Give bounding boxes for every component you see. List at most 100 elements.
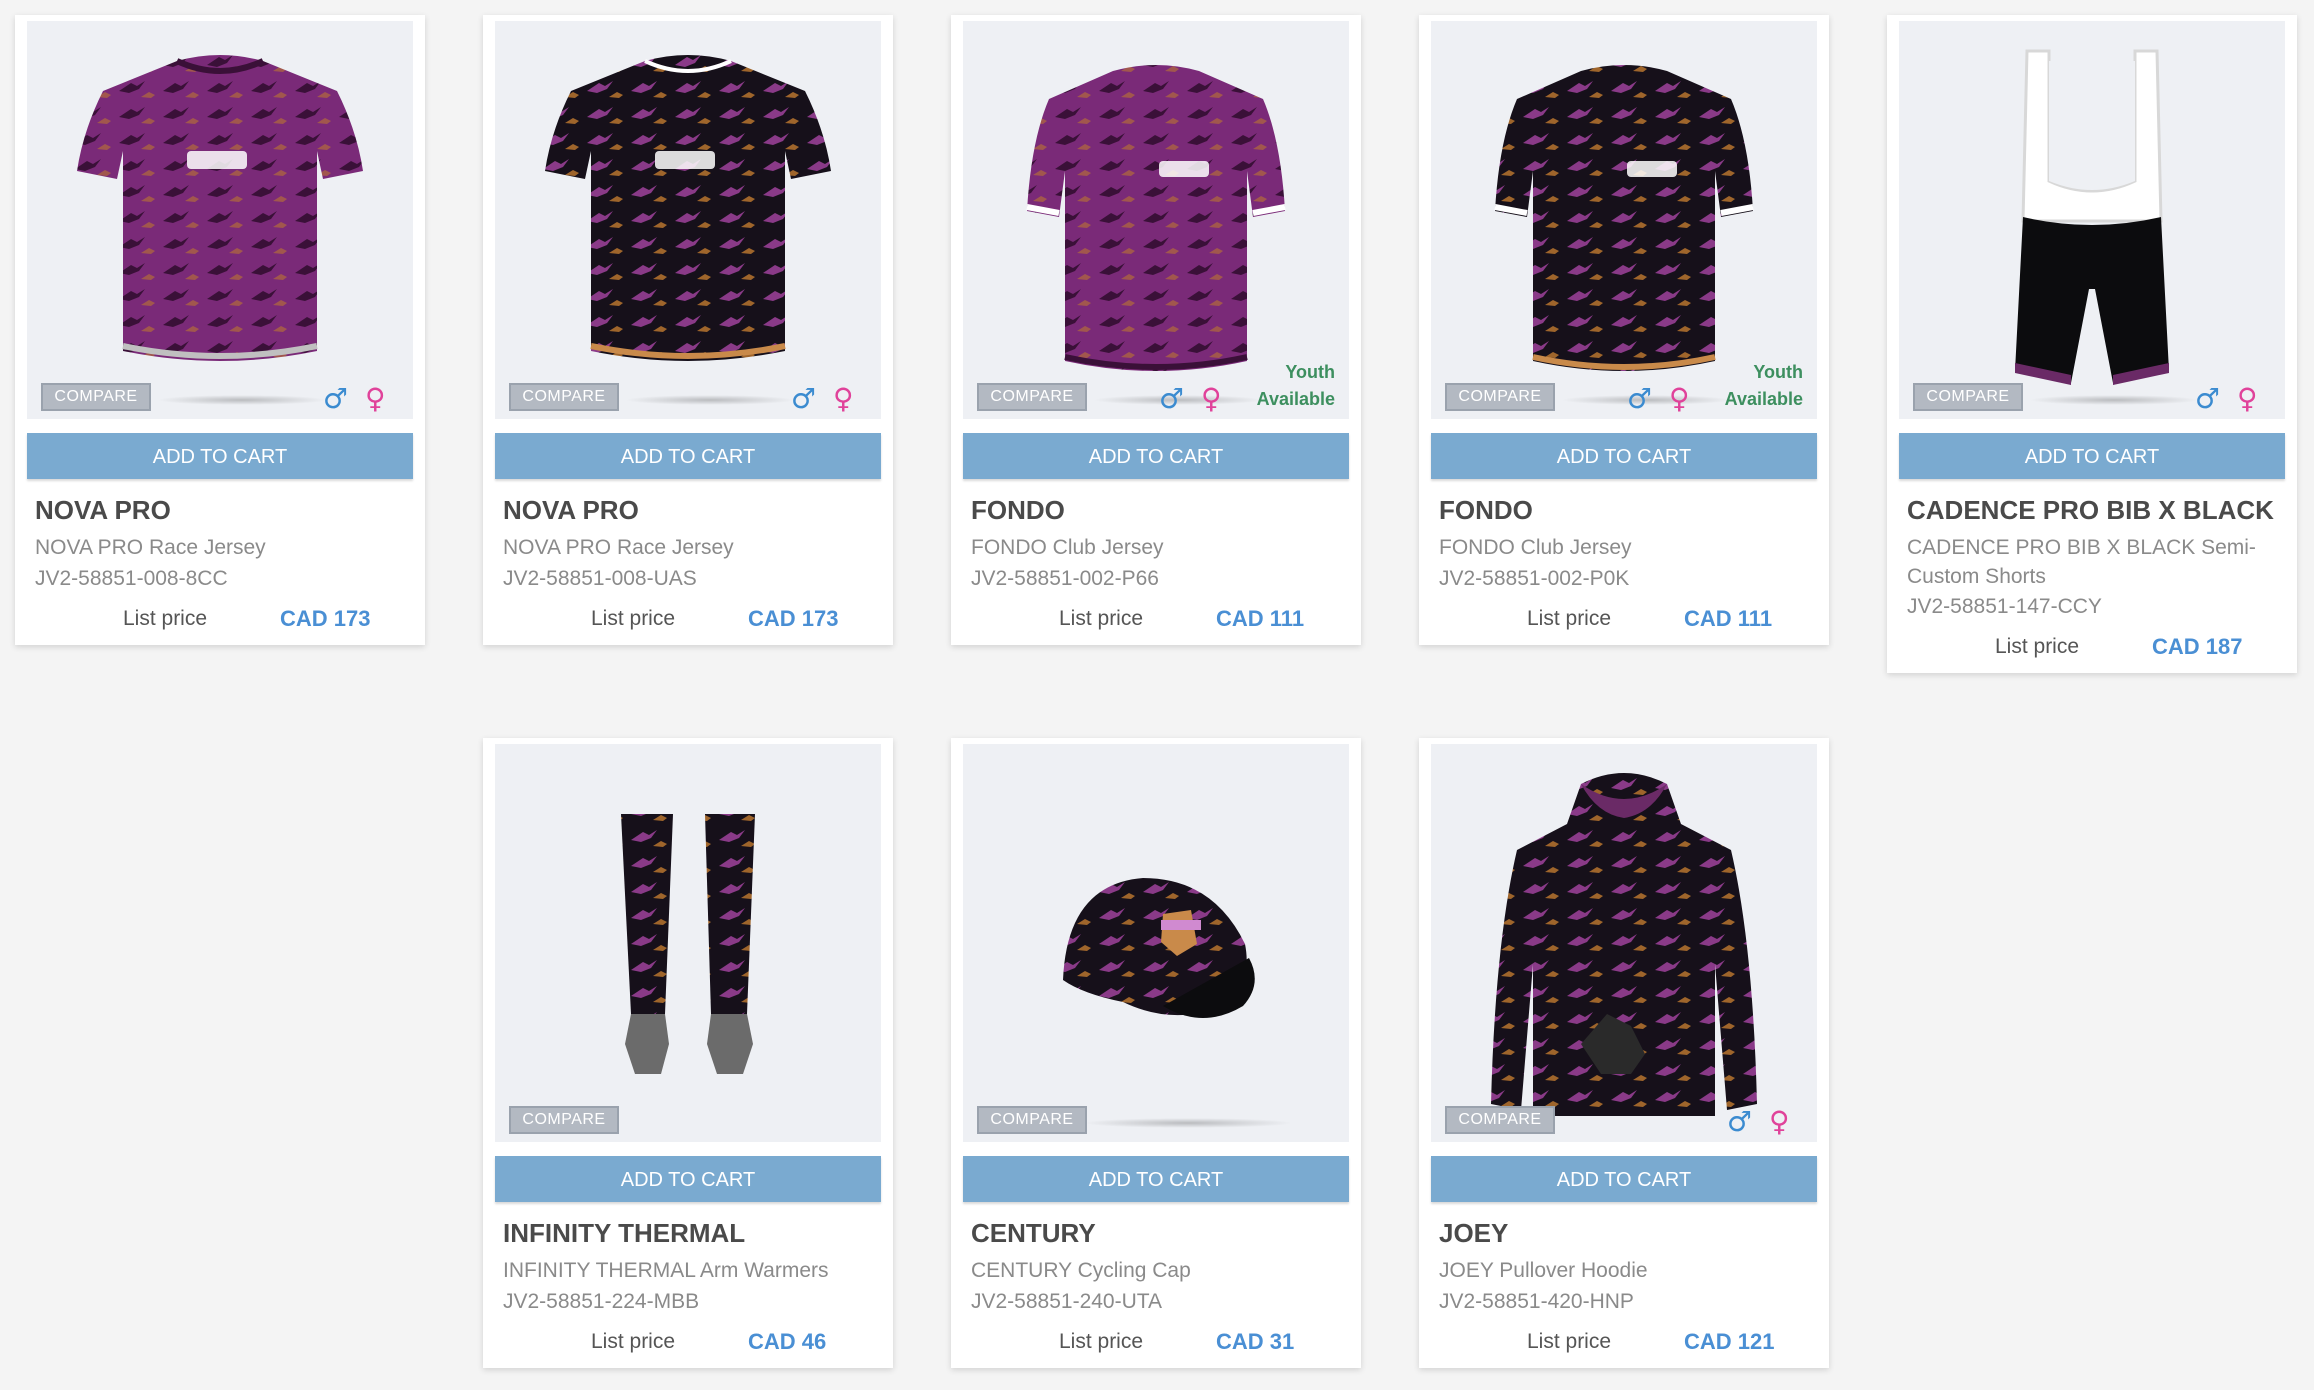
product-card[interactable]: COMPARE ♂ ♀ ADD TO CART CADENCE PRO BIB … xyxy=(1887,15,2297,673)
female-icon[interactable]: ♀ xyxy=(1669,382,1690,415)
product-card[interactable]: COMPARE ♂ ♀ ADD TO CART JOEY JOEY Pullov… xyxy=(1419,738,1829,1368)
product-price: CAD 173 xyxy=(280,606,371,631)
product-description: CADENCE PRO BIB X BLACK Semi-Custom Shor… xyxy=(1907,536,2256,588)
compare-button[interactable]: COMPARE xyxy=(977,1106,1087,1134)
product-price: CAD 46 xyxy=(748,1329,827,1354)
product-sku: JV2-58851-224-MBB xyxy=(503,1290,700,1313)
product-name[interactable]: NOVA PRO xyxy=(35,495,171,526)
cycling-cap-icon xyxy=(1063,878,1255,1018)
image-shadow xyxy=(157,395,327,405)
list-price-label: List price xyxy=(123,607,208,630)
compare-button[interactable]: COMPARE xyxy=(1445,383,1555,411)
youth-line: Youth xyxy=(1285,362,1335,382)
product-sku: JV2-58851-420-HNP xyxy=(1439,1290,1634,1313)
youth-available-badge: Youth Available xyxy=(1725,359,1803,413)
list-price-label: List price xyxy=(1527,1330,1612,1353)
list-price-label: List price xyxy=(591,1330,676,1353)
add-to-cart-button[interactable]: ADD TO CART xyxy=(963,1156,1349,1202)
product-description: JOEY Pullover Hoodie xyxy=(1439,1259,1648,1282)
image-shadow xyxy=(2029,395,2199,405)
product-card[interactable]: COMPARE ♂ ♀ Youth Available ADD TO CART … xyxy=(951,15,1361,645)
product-image[interactable]: COMPARE ♂ ♀ Youth Available xyxy=(963,21,1349,419)
image-shadow xyxy=(625,395,795,405)
bib-shorts-icon xyxy=(2015,49,2169,385)
product-card[interactable]: COMPARE ADD TO CART CENTURY CENTURY Cycl… xyxy=(951,738,1361,1368)
male-icon[interactable]: ♂ xyxy=(2195,382,2220,415)
female-icon[interactable]: ♀ xyxy=(1201,382,1222,415)
product-sku: JV2-58851-240-UTA xyxy=(971,1290,1163,1313)
black-jersey-icon xyxy=(545,55,831,361)
compare-button[interactable]: COMPARE xyxy=(509,383,619,411)
product-sku: JV2-58851-008-UAS xyxy=(503,567,697,590)
product-name[interactable]: INFINITY THERMAL xyxy=(503,1218,745,1249)
product-price: CAD 121 xyxy=(1684,1329,1775,1354)
female-icon[interactable]: ♀ xyxy=(365,382,386,415)
list-price-label: List price xyxy=(1059,1330,1144,1353)
product-sku: JV2-58851-002-P66 xyxy=(971,567,1159,590)
product-image[interactable]: COMPARE ♂ ♀ xyxy=(495,21,881,419)
female-icon[interactable]: ♀ xyxy=(2237,382,2258,415)
compare-button[interactable]: COMPARE xyxy=(1445,1106,1555,1134)
male-icon[interactable]: ♂ xyxy=(1627,382,1652,415)
product-description: FONDO Club Jersey xyxy=(971,536,1164,559)
product-image[interactable]: COMPARE ♂ ♀ Youth Available xyxy=(1431,21,1817,419)
add-to-cart-button[interactable]: ADD TO CART xyxy=(495,433,881,479)
youth-line: Youth xyxy=(1753,362,1803,382)
compare-button[interactable]: COMPARE xyxy=(977,383,1087,411)
add-to-cart-button[interactable]: ADD TO CART xyxy=(1431,433,1817,479)
list-price-label: List price xyxy=(1527,607,1612,630)
add-to-cart-button[interactable]: ADD TO CART xyxy=(1899,433,2285,479)
product-description: INFINITY THERMAL Arm Warmers xyxy=(503,1259,829,1282)
product-price: CAD 111 xyxy=(1216,606,1305,631)
product-sku: JV2-58851-008-8CC xyxy=(35,567,228,590)
add-to-cart-button[interactable]: ADD TO CART xyxy=(963,433,1349,479)
product-price: CAD 31 xyxy=(1216,1329,1295,1354)
purple-jersey-icon xyxy=(77,55,363,361)
product-description: FONDO Club Jersey xyxy=(1439,536,1632,559)
product-description: NOVA PRO Race Jersey xyxy=(503,536,734,559)
add-to-cart-button[interactable]: ADD TO CART xyxy=(27,433,413,479)
product-sku: JV2-58851-002-P0K xyxy=(1439,567,1630,590)
hoodie-icon xyxy=(1491,773,1757,1116)
product-name[interactable]: NOVA PRO xyxy=(503,495,639,526)
available-line: Available xyxy=(1256,389,1335,409)
female-icon[interactable]: ♀ xyxy=(1769,1105,1790,1138)
product-name[interactable]: CENTURY xyxy=(971,1218,1096,1249)
product-image[interactable]: COMPARE xyxy=(963,744,1349,1142)
male-icon[interactable]: ♂ xyxy=(1727,1105,1752,1138)
product-image[interactable]: COMPARE ♂ ♀ xyxy=(27,21,413,419)
product-name[interactable]: JOEY xyxy=(1439,1218,1508,1249)
product-description: NOVA PRO Race Jersey xyxy=(35,536,266,559)
product-price: CAD 111 xyxy=(1684,606,1773,631)
product-image[interactable]: COMPARE ♂ ♀ xyxy=(1899,21,2285,419)
product-price: CAD 187 xyxy=(2152,634,2243,659)
image-shadow xyxy=(1083,1118,1293,1128)
list-price-label: List price xyxy=(1995,635,2080,658)
list-price-label: List price xyxy=(591,607,676,630)
product-image[interactable]: COMPARE ♂ ♀ xyxy=(1431,744,1817,1142)
product-price: CAD 173 xyxy=(748,606,839,631)
compare-button[interactable]: COMPARE xyxy=(41,383,151,411)
product-card[interactable]: COMPARE ♂ ♀ Youth Available ADD TO CART … xyxy=(1419,15,1829,645)
add-to-cart-button[interactable]: ADD TO CART xyxy=(1431,1156,1817,1202)
product-name[interactable]: FONDO xyxy=(971,495,1065,526)
product-sku: JV2-58851-147-CCY xyxy=(1907,595,2102,618)
available-line: Available xyxy=(1724,389,1803,409)
product-card[interactable]: COMPARE ADD TO CART INFINITY THERMAL INF… xyxy=(483,738,893,1368)
compare-button[interactable]: COMPARE xyxy=(509,1106,619,1134)
arm-warmers-icon xyxy=(621,814,755,1074)
add-to-cart-button[interactable]: ADD TO CART xyxy=(495,1156,881,1202)
product-name[interactable]: CADENCE PRO BIB X BLACK xyxy=(1907,495,2274,526)
list-price-label: List price xyxy=(1059,607,1144,630)
product-image[interactable]: COMPARE xyxy=(495,744,881,1142)
female-icon[interactable]: ♀ xyxy=(833,382,854,415)
male-icon[interactable]: ♂ xyxy=(791,382,816,415)
male-icon[interactable]: ♂ xyxy=(1159,382,1184,415)
youth-available-badge: Youth Available xyxy=(1257,359,1335,413)
compare-button[interactable]: COMPARE xyxy=(1913,383,2023,411)
product-name[interactable]: FONDO xyxy=(1439,495,1533,526)
product-card[interactable]: COMPARE ♂ ♀ ADD TO CART NOVA PRO NOVA PR… xyxy=(15,15,425,645)
male-icon[interactable]: ♂ xyxy=(323,382,348,415)
product-description: CENTURY Cycling Cap xyxy=(971,1259,1191,1282)
product-card[interactable]: COMPARE ♂ ♀ ADD TO CART NOVA PRO NOVA PR… xyxy=(483,15,893,645)
